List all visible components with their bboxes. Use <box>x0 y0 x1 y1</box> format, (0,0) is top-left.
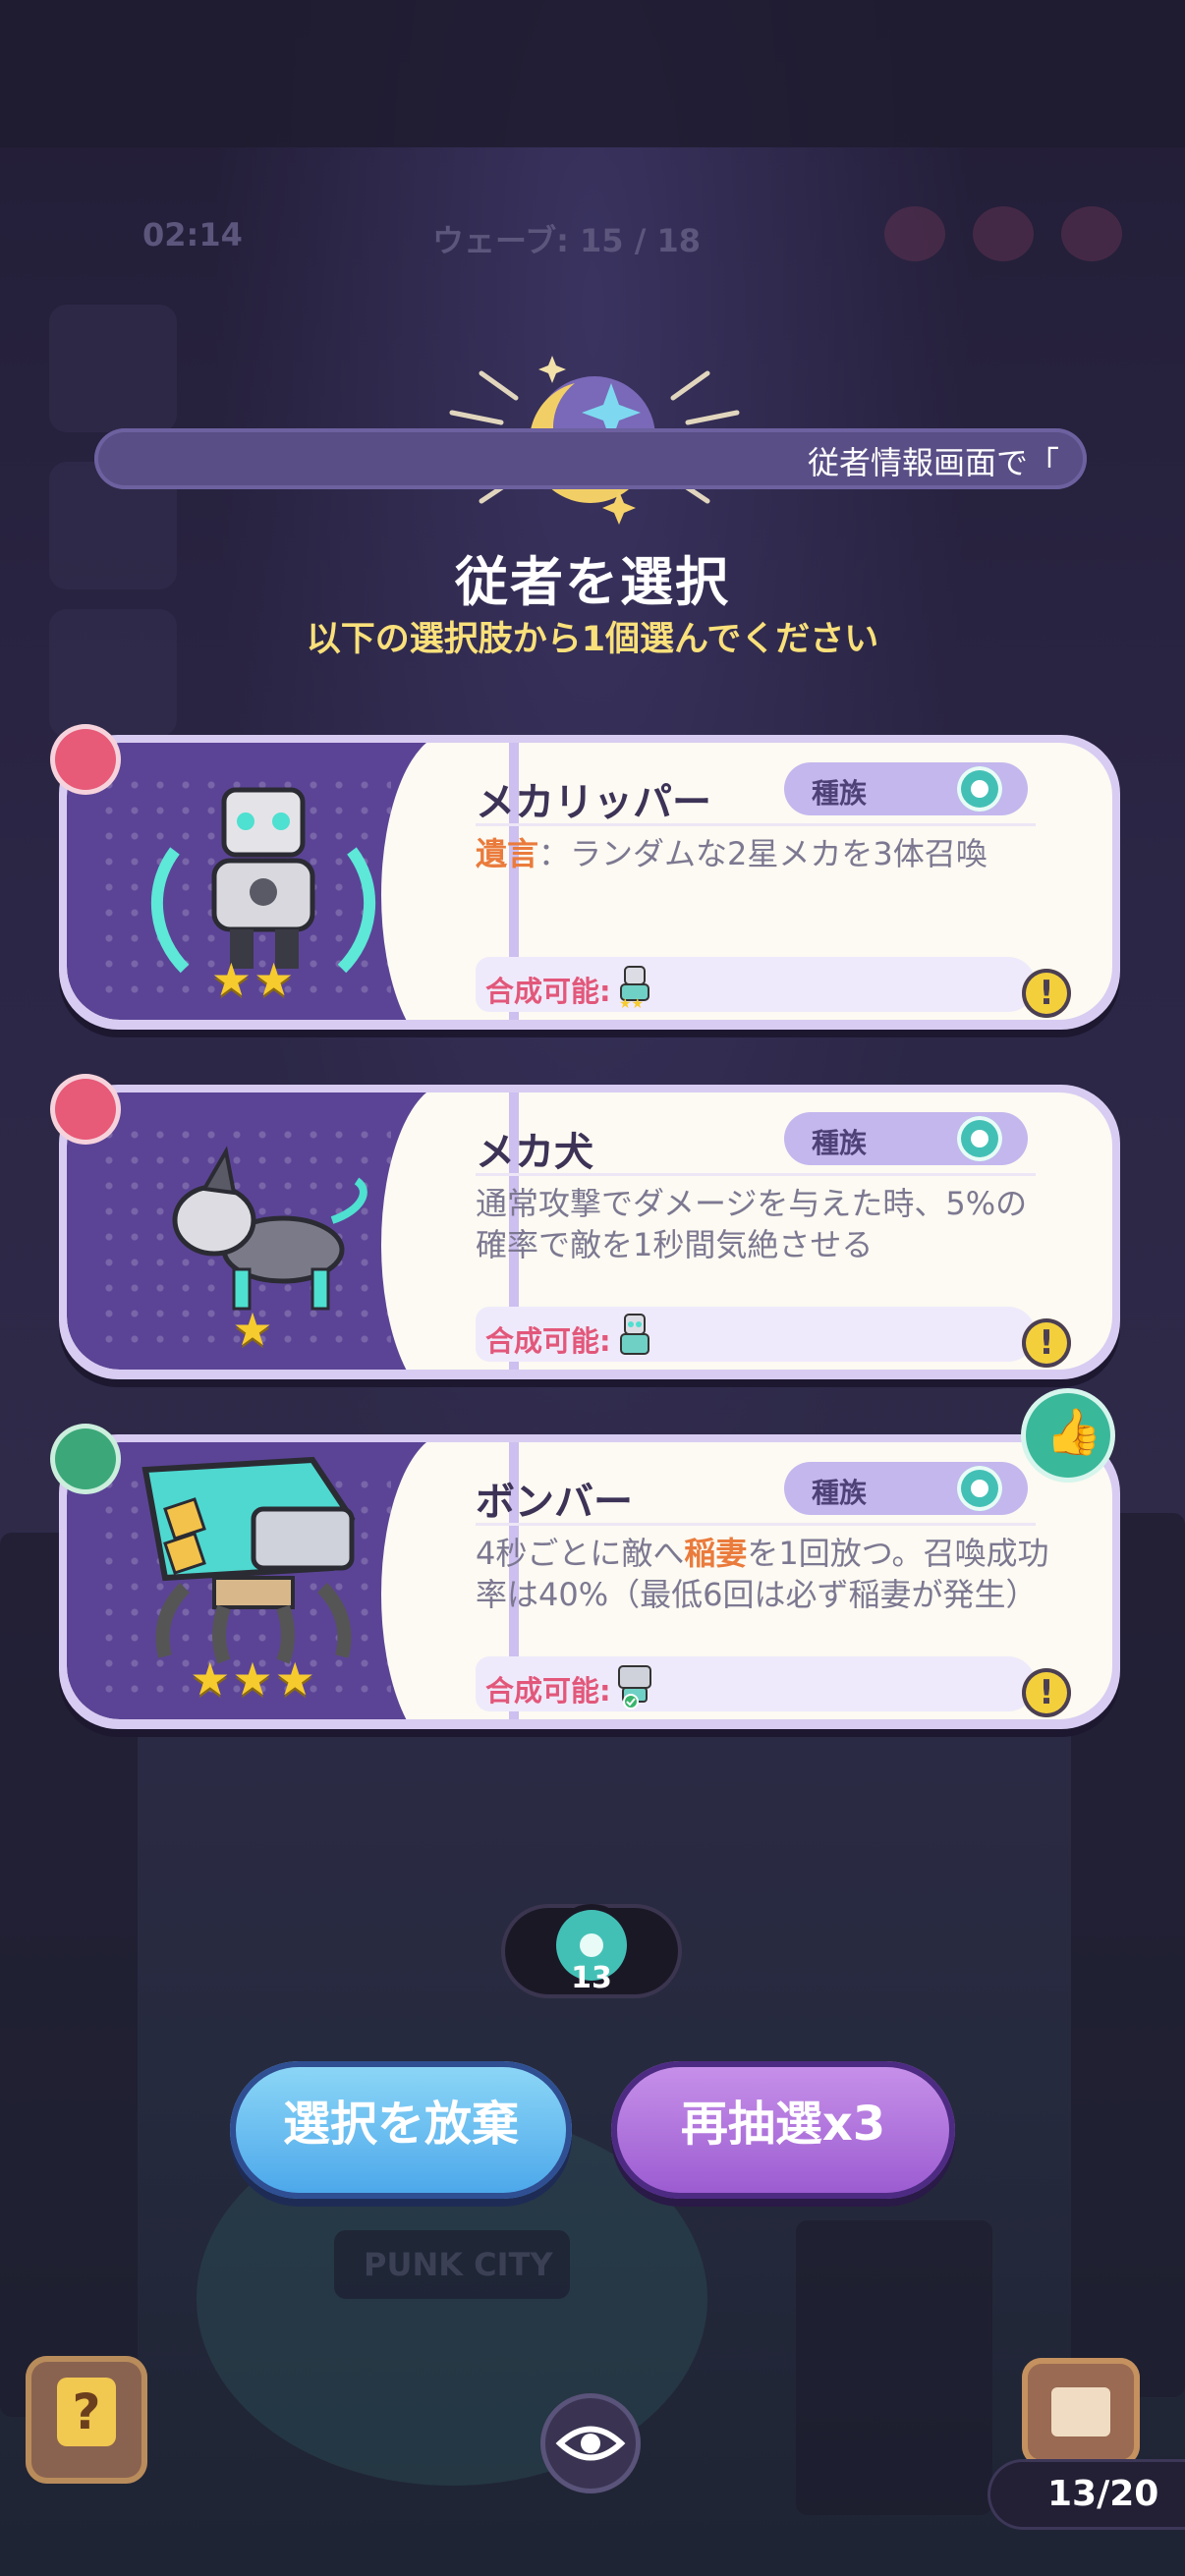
follower-name: メカリッパー <box>476 780 711 825</box>
life-heart-icon <box>1061 206 1122 261</box>
star-rating: ★ <box>232 1303 275 1356</box>
follower-description: 遺言：ランダムな2星メカを3体召喚 <box>476 835 988 872</box>
svg-text:★★: ★★ <box>619 996 644 1010</box>
merge-material-icon: ★★ <box>619 966 649 1010</box>
eye-icon <box>555 2426 626 2461</box>
hud-wave: ウェーブ: 15 / 18 <box>432 222 702 259</box>
info-button[interactable]: ! <box>1022 1318 1071 1368</box>
tower-structure <box>796 2220 992 2515</box>
follower-card-bomber[interactable]: ★★★ ボンバー 種族 4秒ごとに敵へ稲妻を1回放つ。召喚成功率は40%（最低6… <box>55 1428 1120 1729</box>
follower-description: 通常攻撃でダメージを与えた時、5%の確率で敵を1秒間気絶させる <box>476 1185 1028 1263</box>
ranged-type-icon <box>55 1428 116 1489</box>
tribe-tag[interactable]: 種族 <box>784 1112 1028 1165</box>
follower-card-mecha-dog[interactable]: ★ メカ犬 種族 通常攻撃でダメージを与えた時、5%の確率で敵を1秒間気絶させる… <box>55 1079 1120 1379</box>
info-button[interactable]: ! <box>1022 1668 1071 1717</box>
banner-text: 従者情報画面で「 <box>807 444 1059 481</box>
reroll-button[interactable]: 再抽選x3 <box>611 2061 955 2199</box>
codex-chest-icon[interactable] <box>1022 2358 1140 2466</box>
collection-progress: 13/20 <box>990 2462 1185 2527</box>
merge-material-icon <box>618 1665 651 1709</box>
mecha-tribe-gear-icon <box>957 1116 1002 1161</box>
mecha-tribe-gear-icon <box>957 766 1002 812</box>
recommended-thumbs-up-icon: 👍 <box>1026 1393 1110 1478</box>
tribe-tag[interactable]: 種族 <box>784 1462 1028 1515</box>
top-hud-bar <box>0 0 1185 147</box>
counter-value: 13 <box>571 1961 612 1995</box>
punk-city-sign: PUNK CITY <box>334 2230 570 2299</box>
life-heart-icon <box>884 206 945 261</box>
page-title: 従者を選択 <box>455 551 730 613</box>
pause-button-bg <box>49 305 177 432</box>
life-heart-icon <box>973 206 1034 261</box>
notice-banner: 従者情報画面で「 <box>94 428 1087 489</box>
mecha-ripper-portrait <box>150 787 376 974</box>
help-button[interactable]: ? <box>26 2356 147 2484</box>
info-button[interactable]: ! <box>1022 969 1071 1018</box>
merge-bar: 合成可能: <box>476 1656 1036 1711</box>
follower-description: 4秒ごとに敵へ稲妻を1回放つ。召喚成功率は40%（最低6回は必ず稲妻が発生） <box>476 1535 1049 1613</box>
star-rating: ★★★ <box>190 1652 317 1706</box>
follower-card-mecha-ripper[interactable]: ★★ メカリッパー 種族 遺言：ランダムな2星メカを3体召喚 合成可能: ★★ … <box>55 729 1120 1030</box>
follower-name: ボンバー <box>476 1480 633 1525</box>
view-battlefield-button[interactable] <box>540 2393 641 2493</box>
attack-type-icon <box>55 1079 116 1140</box>
merge-bar: 合成可能: <box>476 1307 1036 1362</box>
abandon-selection-button[interactable]: 選択を放棄 <box>230 2061 572 2199</box>
bomber-portrait <box>141 1456 356 1664</box>
mecha-dog-portrait <box>172 1146 367 1311</box>
page-subtitle: 以下の選択肢から1個選んでください <box>306 620 879 659</box>
star-rating: ★★ <box>210 953 297 1006</box>
merge-bar: 合成可能: ★★ <box>476 957 1036 1012</box>
follower-name: メカ犬 <box>476 1130 593 1175</box>
merge-material-icon <box>620 1314 649 1355</box>
mecha-tribe-counter: 13 <box>505 1908 678 1995</box>
attack-type-icon <box>55 729 116 790</box>
tribe-tag[interactable]: 種族 <box>784 762 1028 815</box>
hud-timer: 02:14 <box>142 216 243 253</box>
mecha-tribe-gear-icon <box>957 1466 1002 1511</box>
question-mark-icon: ? <box>57 2378 116 2446</box>
